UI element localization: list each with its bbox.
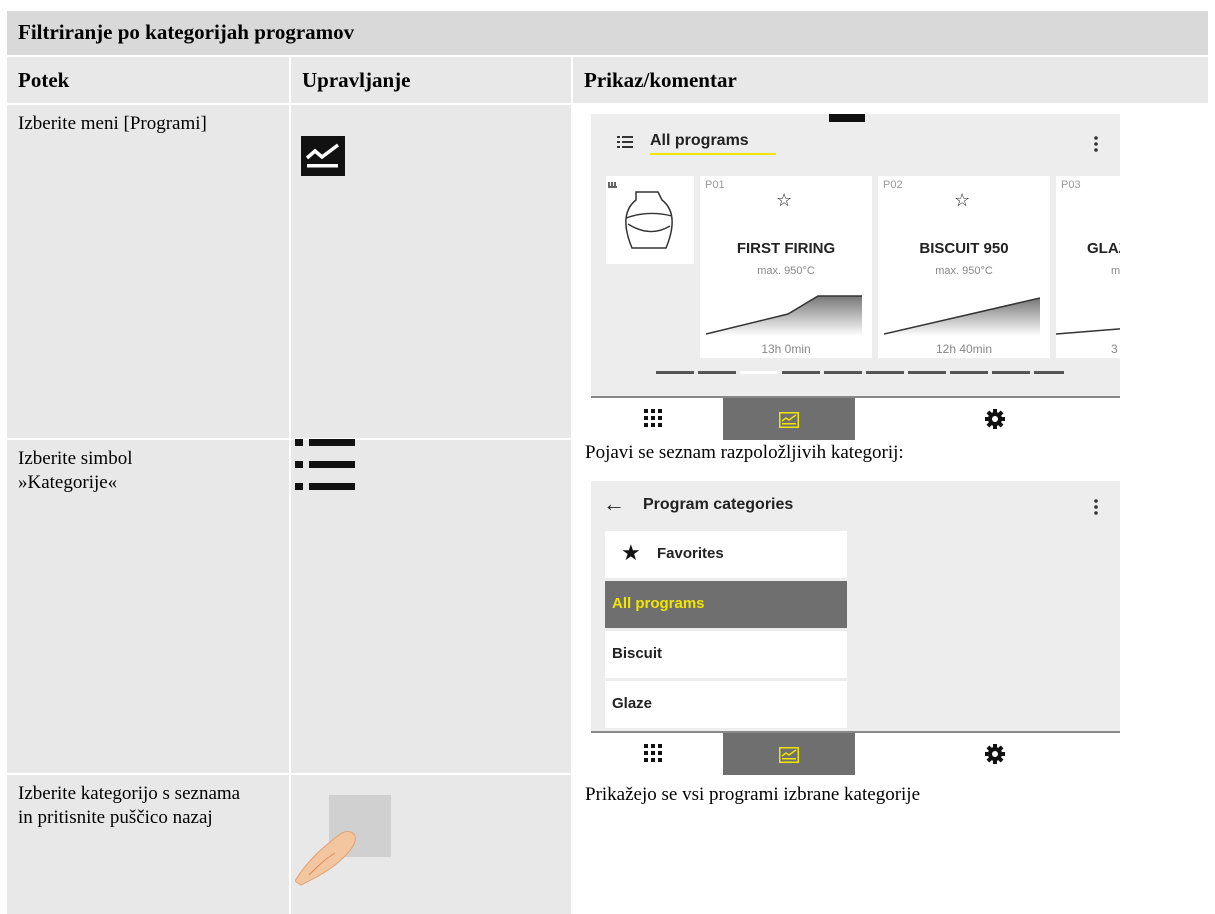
program-name: BISCUIT 950: [919, 240, 1009, 257]
program-name: GLAZE: [1087, 240, 1120, 257]
table-row-1-control: [291, 105, 571, 438]
table-row-2-step: Izberite simbol »Kategorije«: [7, 440, 289, 773]
program-max-temp: max. 950°C: [757, 265, 815, 277]
table-row-2-control: [291, 439, 571, 773]
column-header-step-label: Potek: [18, 68, 70, 92]
table-title-row: Filtriranje po kategorijah programov: [7, 11, 1208, 55]
column-header-display-label: Prikaz/komentar: [584, 68, 737, 92]
category-label: All programs: [612, 595, 705, 612]
gear-icon[interactable]: [985, 744, 1005, 764]
star-icon[interactable]: ☆: [776, 190, 792, 211]
table-row-2-display: Pojavi se seznam razpoložljivih kategori…: [573, 440, 1208, 775]
column-header-control: Upravljanje: [291, 57, 571, 103]
category-item-glaze[interactable]: Glaze: [605, 681, 847, 728]
finger-tap-icon: [295, 795, 391, 886]
gear-icon[interactable]: [985, 409, 1005, 429]
list-icon[interactable]: [617, 136, 633, 148]
firing-curve: [1056, 328, 1120, 335]
document-table: Filtriranje po kategorijah programov Pot…: [0, 0, 1215, 914]
device-screen-categories: ← Program categories ★ Favorites All pro…: [591, 481, 1120, 775]
category-label: Favorites: [657, 545, 724, 562]
category-label: Biscuit: [612, 645, 663, 662]
program-number: P01: [705, 179, 725, 191]
table-row-1-display: All programs P01 ☆ FIRST FIRING max. 950…: [573, 105, 1208, 440]
program-card-p01[interactable]: P01 ☆ FIRST FIRING max. 950°C 13h 0min: [700, 176, 872, 358]
program-duration: 3: [1111, 342, 1118, 356]
back-arrow-icon[interactable]: ←: [603, 491, 625, 517]
program-card-p02[interactable]: P02 ☆ BISCUIT 950 max. 950°C 12h 40min: [878, 176, 1050, 358]
program-max-temp: m: [1111, 265, 1120, 277]
more-vert-icon[interactable]: [1094, 136, 1098, 152]
kiln-vase-icon: [608, 182, 673, 249]
programs-chart-icon: [301, 136, 345, 176]
firing-curve: [706, 295, 862, 336]
camera-notch: [829, 114, 865, 122]
category-item-all-programs[interactable]: All programs: [605, 581, 847, 628]
column-header-display: Prikaz/komentar: [573, 57, 1208, 103]
program-number: P02: [883, 179, 903, 191]
category-label: Glaze: [612, 695, 653, 712]
firing-curve: [884, 297, 1040, 336]
step-text-2: Izberite simbol »Kategorije«: [18, 448, 133, 493]
comment-text-3: Prikažejo se vsi programi izbrane katego…: [585, 784, 921, 805]
kiln-image-card: [606, 176, 694, 264]
step-text-3: Izberite kategorijo s seznama in pritisn…: [18, 783, 241, 828]
category-item-favorites[interactable]: ★ Favorites: [605, 531, 847, 578]
program-card-p03[interactable]: P03 GLAZE m 3: [1056, 176, 1120, 358]
table-row-3-step: Izberite kategorijo s seznama in pritisn…: [7, 775, 289, 914]
title-underline: [650, 153, 776, 155]
apps-grid-icon[interactable]: [644, 744, 662, 762]
step-text-1: Izberite meni [Programi]: [18, 113, 207, 134]
program-name: FIRST FIRING: [736, 240, 836, 257]
nav-programs-active[interactable]: [723, 733, 855, 775]
programs-chart-icon: [779, 412, 799, 428]
program-duration: 12h 40min: [935, 342, 993, 356]
program-duration: 13h 0min: [761, 342, 811, 356]
comment-text-2: Pojavi se seznam razpoložljivih kategori…: [585, 442, 904, 463]
table-row-1-step: Izberite meni [Programi]: [7, 105, 289, 438]
apps-grid-icon[interactable]: [644, 409, 662, 427]
screen-title: Program categories: [643, 496, 794, 513]
nav-programs-active[interactable]: [723, 398, 855, 440]
star-icon[interactable]: ☆: [954, 190, 970, 211]
table-row-3-control: [291, 775, 571, 914]
list-icon: [295, 439, 355, 490]
column-header-control-label: Upravljanje: [302, 68, 411, 92]
table-row-3-display: Prikažejo se vsi programi izbrane katego…: [573, 775, 1208, 914]
star-icon: ★: [621, 540, 641, 565]
table-title: Filtriranje po kategorijah programov: [18, 20, 355, 44]
programs-chart-icon: [779, 747, 799, 763]
page-indicator: [656, 371, 1064, 374]
more-vert-icon[interactable]: [1094, 499, 1098, 515]
program-max-temp: max. 950°C: [935, 265, 993, 277]
screen-title: All programs: [650, 132, 749, 149]
program-number: P03: [1061, 179, 1081, 191]
column-header-step: Potek: [7, 57, 289, 103]
bottom-nav: [591, 396, 1120, 440]
bottom-nav: [591, 731, 1120, 775]
device-screen-programs: All programs P01 ☆ FIRST FIRING max. 950…: [591, 114, 1120, 440]
category-item-biscuit[interactable]: Biscuit: [605, 631, 847, 678]
